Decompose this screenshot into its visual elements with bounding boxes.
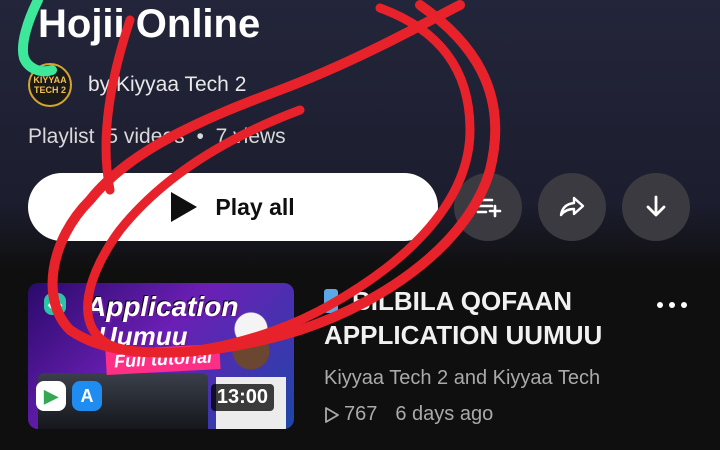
video-stats: 767 6 days ago [324,403,493,426]
play-all-label: Play all [215,193,295,220]
owner-name[interactable]: by Kiyyaa Tech 2 [88,73,246,97]
views-play-icon [325,406,339,423]
video-title-text: BILBILA QOFAAN APPLICATION UUMUU [324,286,603,350]
video-channel[interactable]: Kiyyaa Tech 2 and Kiyyaa Tech [324,367,600,390]
play-icon [171,192,198,222]
thumbnail-tag: Full tutorial [105,344,221,375]
playlist-view-count: 7 views [215,125,286,148]
video-title[interactable]: BILBILA QOFAAN APPLICATION UUMUU [324,284,644,352]
play-store-icon: ▶ [36,381,66,411]
share-icon [559,196,585,217]
playlist-save-icon [476,198,502,218]
playlist-meta: Playlist 5 videos • 7 views [28,125,286,149]
video-views: 767 [344,403,378,425]
phone-emoji-icon [324,289,338,313]
playlist-owner[interactable]: KIYYAA TECH 2 by Kiyyaa Tech 2 [28,62,246,108]
video-duration: 13:00 [210,384,274,411]
playlist-video-count: 5 videos [106,125,185,148]
more-vertical-icon [657,302,687,308]
meta-separator: • [196,125,204,148]
save-playlist-button[interactable] [454,173,522,241]
share-button[interactable] [538,173,606,241]
playlist-title: Hojii Online [38,2,261,46]
video-more-button[interactable] [652,290,692,320]
play-all-button[interactable]: Play all [28,173,438,241]
thumbnail-title: Application [86,291,239,322]
channel-avatar[interactable]: KIYYAA TECH 2 [28,63,72,107]
android-icon: ◆ [44,293,66,315]
app-store-icon: A [72,381,102,411]
video-age: 6 days ago [395,403,494,425]
playlist-type: Playlist [28,125,95,148]
download-icon [646,195,666,217]
video-thumbnail[interactable]: Application Uumuu Full tutorial ▶ A ◆ 13… [28,283,294,429]
download-button[interactable] [622,173,690,241]
